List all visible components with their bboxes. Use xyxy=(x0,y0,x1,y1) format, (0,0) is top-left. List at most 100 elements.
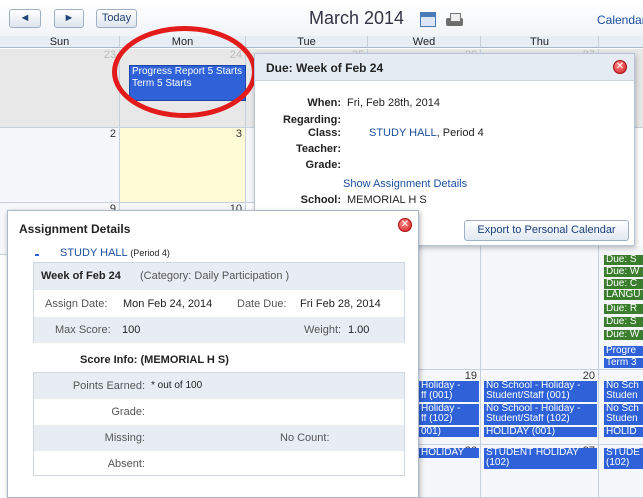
close-icon[interactable]: ✕ xyxy=(398,218,412,232)
annotation-ellipse xyxy=(112,26,257,118)
event-holiday[interactable]: STUDENT HOLIDAY (102) xyxy=(484,448,597,469)
calendar-icon[interactable] xyxy=(420,12,436,27)
event-label: Studen xyxy=(606,391,638,401)
day-number: 3 xyxy=(235,128,242,140)
show-assignment-details-link[interactable]: Show Assignment Details xyxy=(343,178,467,190)
when-label: When: xyxy=(307,97,341,109)
due-popup-title: Due: Week of Feb 24 xyxy=(266,61,384,75)
assignment-week: Week of Feb 24 xyxy=(41,270,121,282)
day-number: 2 xyxy=(109,128,116,140)
event-progress[interactable]: Progre xyxy=(604,346,643,356)
when-value: Fri, Feb 28th, 2014 xyxy=(347,97,440,109)
points-earned-value: * out of 100 xyxy=(151,380,203,391)
day-cell[interactable]: 23 xyxy=(0,49,120,128)
grade-label: Grade: xyxy=(111,406,145,418)
weekday-header-tue: Tue xyxy=(246,36,368,48)
assignment-details-popup: Assignment Details ✕ STUDY HALL (Period … xyxy=(7,210,419,498)
regarding-label: Regarding: xyxy=(282,114,341,126)
dates-row: Assign Date: Mon Feb 24, 2014 Date Due: … xyxy=(34,290,404,317)
event-due[interactable]: Due: S xyxy=(604,317,643,327)
event-holiday[interactable]: HOLIDAY (001) xyxy=(484,427,597,437)
date-due-value: Fri Feb 28, 2014 xyxy=(300,298,381,310)
day-cell[interactable] xyxy=(481,246,599,370)
bullet-icon xyxy=(35,254,39,256)
previous-month-button[interactable]: ◄ xyxy=(9,9,41,28)
class-link[interactable]: STUDY HALL xyxy=(369,127,437,139)
close-icon[interactable]: ✕ xyxy=(613,60,627,74)
grade-label: Grade: xyxy=(305,159,341,171)
event-due[interactable]: Due: W xyxy=(604,267,643,277)
school-label: School: xyxy=(300,194,341,206)
event-label: (102) xyxy=(606,458,630,468)
weekday-header-wed: Wed xyxy=(368,36,481,48)
max-score-value: 100 xyxy=(122,324,141,336)
event-label: Studen xyxy=(606,414,638,424)
event-due[interactable]: Due: R xyxy=(604,304,643,314)
event-holiday[interactable]: HOLID xyxy=(604,427,643,437)
class-label: Class: xyxy=(307,127,341,139)
event-due[interactable]: Due: S xyxy=(604,255,643,265)
assignment-info-box: Week of Feb 24 (Category: Daily Particip… xyxy=(33,262,405,343)
due-popup-header: Due: Week of Feb 24 ✕ xyxy=(255,54,634,81)
assignment-category: (Category: Daily Participation ) xyxy=(140,270,290,282)
month-title: March 2014 xyxy=(309,8,405,28)
grade-row: Grade: xyxy=(34,399,404,425)
absent-row: Absent: xyxy=(34,451,404,476)
event-label: Holiday - xyxy=(421,404,461,414)
class-period: , Period 4 xyxy=(436,127,484,139)
teacher-label: Teacher: xyxy=(295,143,341,155)
weekday-header-fri xyxy=(599,36,643,48)
points-earned-label: Points Earned: xyxy=(72,380,145,392)
assign-date-value: Mon Feb 24, 2014 xyxy=(123,298,213,310)
weekday-header-sun: Sun xyxy=(0,36,120,48)
weight-value: 1.00 xyxy=(348,324,370,336)
day-cell-today[interactable]: 3 xyxy=(120,128,246,203)
event-label: No Sch xyxy=(606,404,639,414)
calendar-toolbar: ◄ ► Today March 2014 Calendar xyxy=(0,0,643,36)
assign-date-label: Assign Date: xyxy=(45,298,108,310)
event-label: (102) xyxy=(486,458,510,468)
assignment-class-period: (Period 4) xyxy=(130,248,170,258)
event-holiday[interactable]: No Sch Studen xyxy=(604,381,643,402)
event-holiday[interactable]: Holiday - ff (102) xyxy=(419,404,479,425)
date-due-label: Date Due: xyxy=(237,298,287,310)
event-label: No Sch xyxy=(606,381,639,391)
event-holiday[interactable]: STUDE (102) xyxy=(604,448,643,469)
event-holiday[interactable]: 001) xyxy=(419,427,479,437)
weight-label: Weight: xyxy=(304,324,342,336)
next-month-button[interactable]: ► xyxy=(54,9,84,28)
export-to-personal-calendar-button[interactable]: Export to Personal Calendar xyxy=(464,220,629,241)
day-cell[interactable]: 2 xyxy=(0,128,120,203)
day-cell[interactable] xyxy=(419,246,481,370)
missing-label: Missing: xyxy=(104,432,145,444)
calendar-link[interactable]: Calendar xyxy=(597,13,643,27)
event-holiday[interactable]: No School - Holiday - Student/Staff (102… xyxy=(484,404,597,425)
week-row: Week of Feb 24 (Category: Daily Particip… xyxy=(34,263,404,290)
event-term[interactable]: Term 3 xyxy=(604,358,643,368)
event-label: STUDENT HOLIDAY xyxy=(486,448,579,458)
print-icon[interactable] xyxy=(444,12,464,27)
event-holiday[interactable]: HOLIDAY xyxy=(419,448,479,458)
class-value: STUDY HALL, Period 4 xyxy=(369,127,484,140)
no-count-label: No Count: xyxy=(280,432,330,444)
event-label: ff (001) xyxy=(421,391,453,401)
max-score-label: Max Score: xyxy=(55,324,111,336)
points-earned-row: Points Earned: * out of 100 xyxy=(34,373,404,399)
event-label: Student/Staff (102) xyxy=(486,414,570,424)
event-label: No School - Holiday - xyxy=(486,404,581,414)
event-label: Student/Staff (001) xyxy=(486,391,570,401)
event-holiday[interactable]: No School - Holiday - Student/Staff (001… xyxy=(484,381,597,402)
today-button[interactable]: Today xyxy=(96,9,137,28)
absent-label: Absent: xyxy=(107,458,145,470)
score-weight-row: Max Score: 100 Weight: 1.00 xyxy=(34,317,404,343)
assignment-details-title: Assignment Details xyxy=(19,222,131,236)
event-due[interactable]: Due: C xyxy=(604,279,643,289)
event-label: No School - Holiday - xyxy=(486,381,581,391)
event-due[interactable]: Due: W xyxy=(604,330,643,340)
weekday-header-thu: Thu xyxy=(481,36,599,48)
event-holiday[interactable]: Holiday - ff (001) xyxy=(419,381,479,402)
assignment-class-link[interactable]: STUDY HALL xyxy=(60,247,127,259)
event-holiday[interactable]: No Sch Studen xyxy=(604,404,643,425)
event-due[interactable]: LANGU xyxy=(604,290,643,300)
school-value: MEMORIAL H S xyxy=(347,194,427,206)
